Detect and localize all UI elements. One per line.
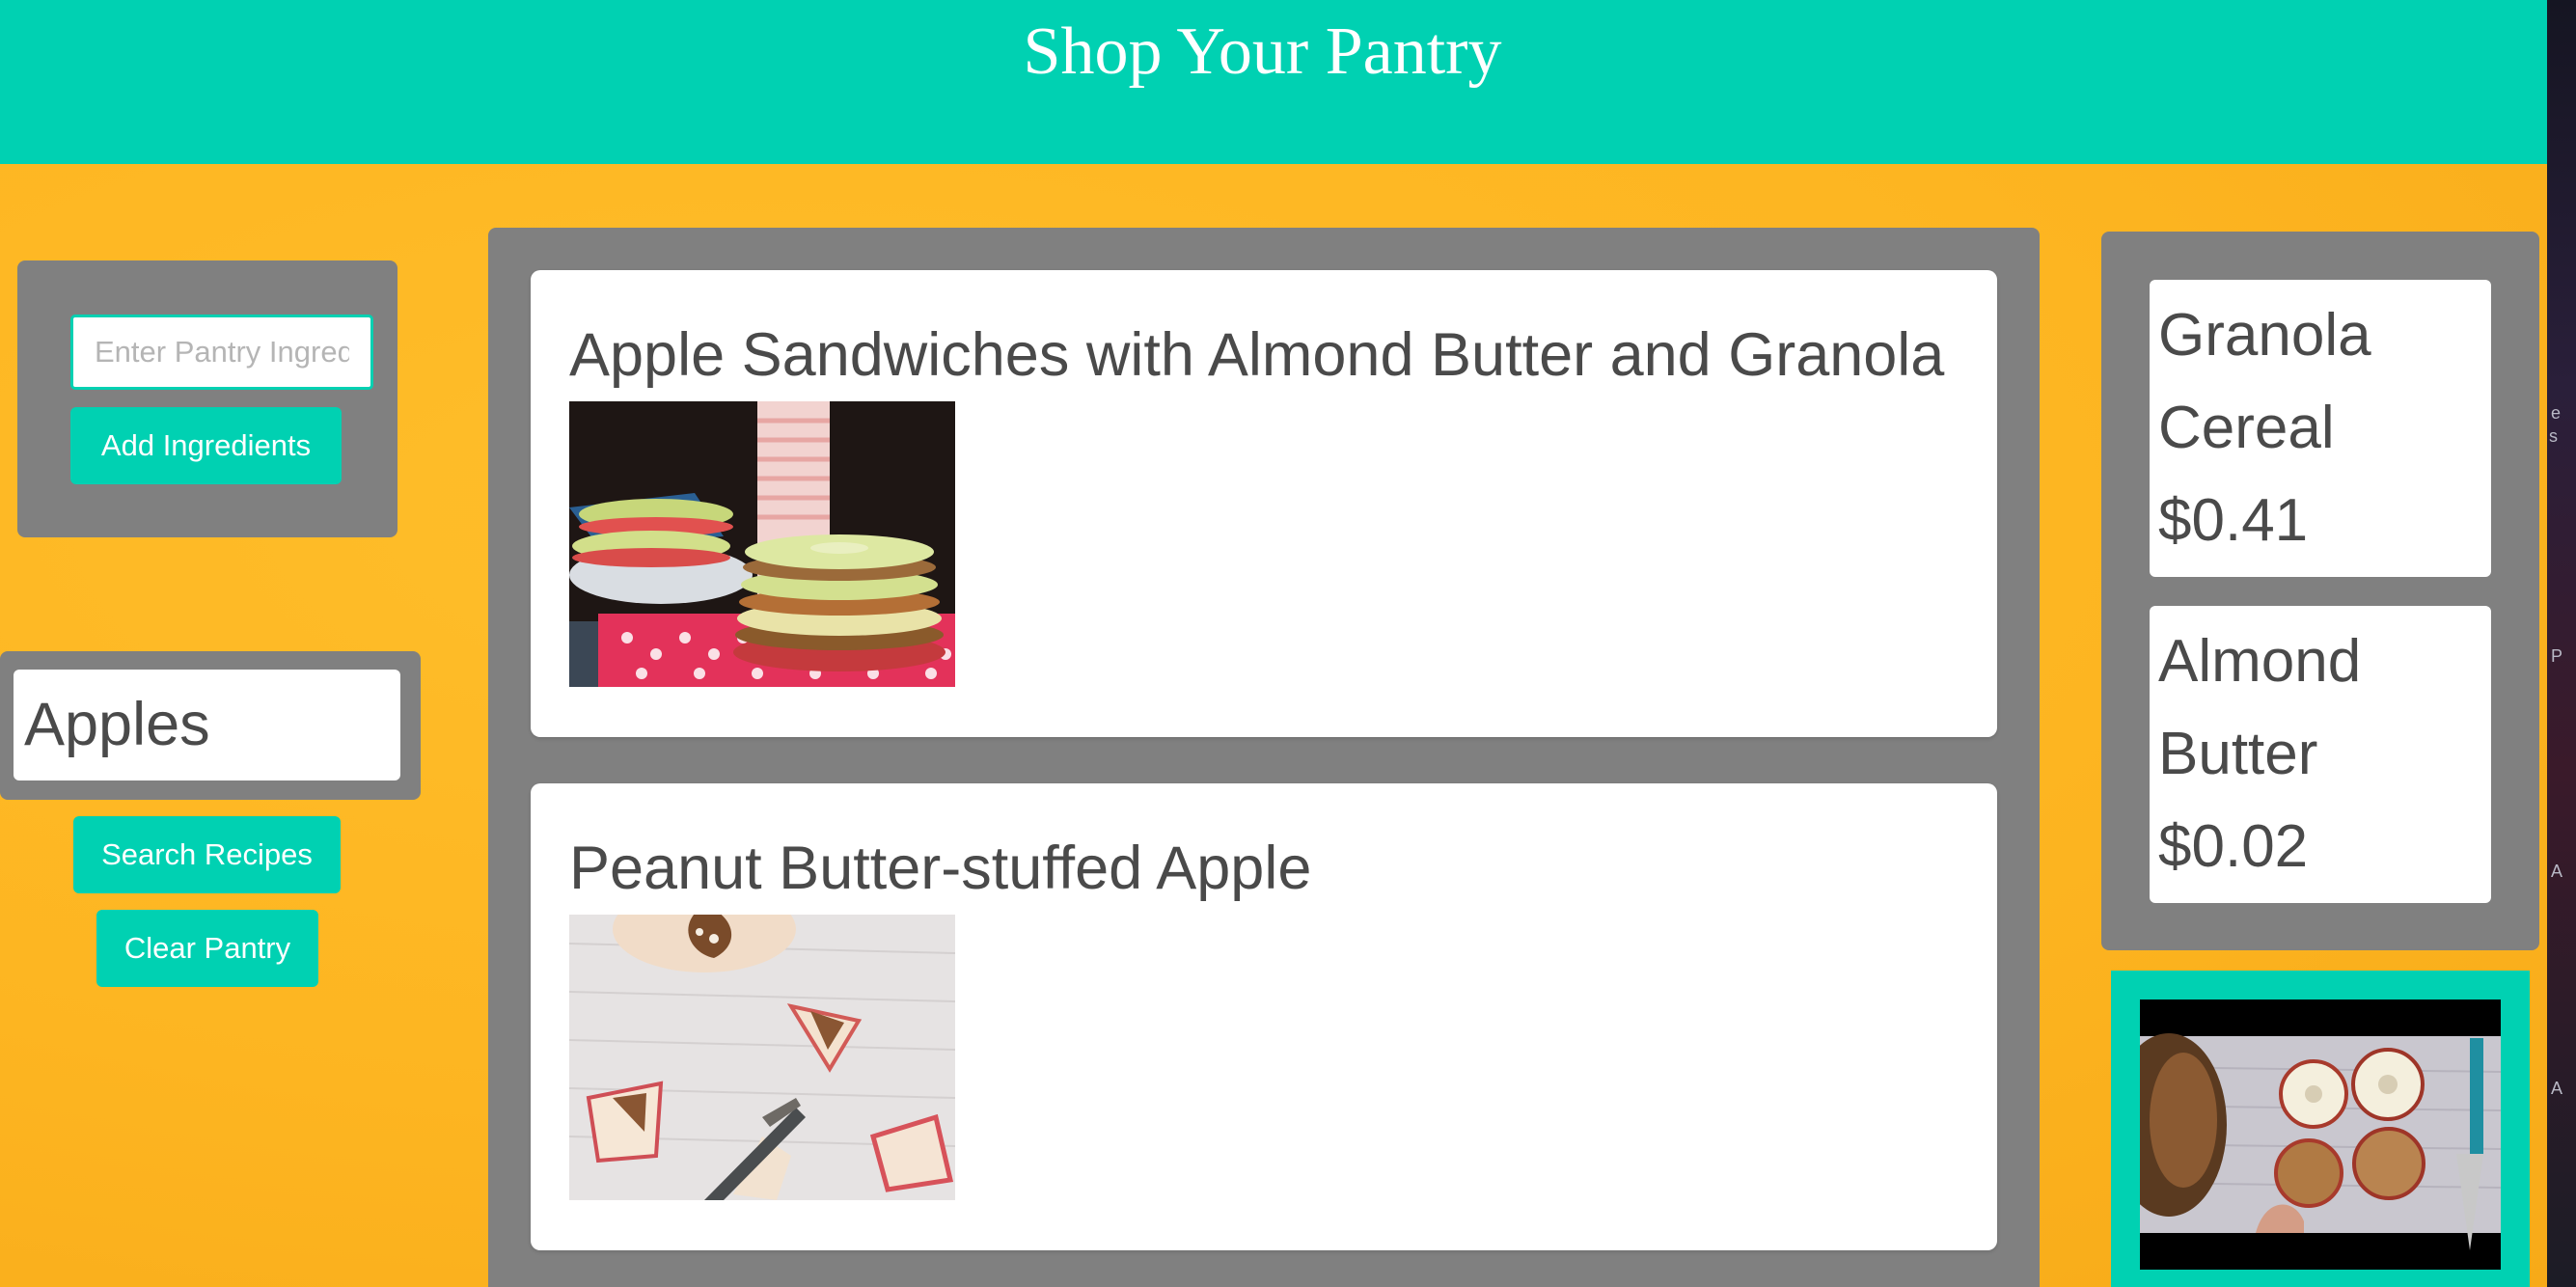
recipe-image[interactable]	[569, 915, 955, 1200]
pantry-form-panel	[17, 260, 397, 537]
video-frame	[2111, 971, 2530, 1287]
recipe-title[interactable]: Peanut Butter-stuffed Apple	[569, 834, 1311, 903]
item-name: Butter	[2158, 721, 2318, 787]
apple-sandwich-photo	[569, 401, 955, 687]
stuffed-apple-photo	[569, 915, 955, 1200]
item-price: $0.02	[2158, 813, 2309, 880]
recipe-image[interactable]	[569, 401, 955, 687]
edge-glyph: P	[2551, 646, 2563, 666]
pantry-ingredient-input[interactable]	[70, 315, 373, 390]
add-ingredients-button[interactable]: Add Ingredients	[70, 407, 342, 484]
adjacent-window-edge: e s P A A	[2547, 0, 2576, 1287]
app-header: Shop Your Pantry	[0, 0, 2547, 164]
recipe-card[interactable]: Peanut Butter-stuffed Apple	[531, 783, 1997, 1250]
clear-pantry-button[interactable]: Clear Pantry	[96, 910, 318, 987]
recipe-card[interactable]: Apple Sandwiches with Almond Butter and …	[531, 270, 1997, 737]
pantry-item: Apples	[14, 670, 400, 780]
edge-glyph: A	[2551, 1079, 2563, 1098]
item-name: Granola	[2158, 302, 2371, 369]
video-thumbnail-apple-slices	[2140, 999, 2501, 1270]
item-name: Almond	[2158, 628, 2362, 695]
search-recipes-button[interactable]: Search Recipes	[73, 816, 341, 893]
recipe-title[interactable]: Apple Sandwiches with Almond Butter and …	[569, 320, 1944, 390]
recipe-video[interactable]	[2140, 999, 2501, 1270]
item-name: Cereal	[2158, 395, 2335, 461]
edge-glyph: A	[2551, 862, 2563, 881]
item-price: $0.41	[2158, 487, 2309, 554]
shopping-item-card: Almond Butter $0.02	[2150, 606, 2491, 903]
shopping-item-card: Granola Cereal $0.41	[2150, 280, 2491, 577]
edge-glyph: e	[2551, 403, 2562, 423]
page-title: Shop Your Pantry	[1023, 14, 1502, 89]
edge-glyph: s	[2549, 426, 2558, 446]
